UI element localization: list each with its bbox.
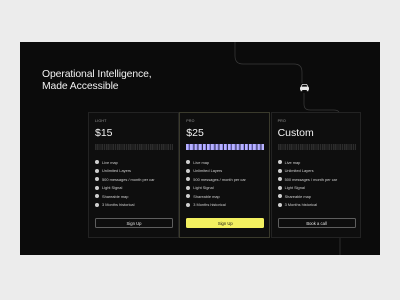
check-dot-icon: [95, 160, 99, 165]
list-item: 3 Months historical: [186, 201, 263, 210]
plan-price: $15: [95, 127, 113, 139]
usage-meter: [186, 144, 265, 150]
check-dot-icon: [95, 177, 99, 182]
check-dot-icon: [277, 177, 282, 182]
feature-text: Live map: [102, 159, 118, 165]
feature-text: Light Signal: [102, 185, 123, 191]
check-dot-icon: [186, 168, 191, 173]
check-dot-icon: [186, 185, 191, 190]
usage-meter: [95, 144, 173, 150]
check-dot-icon: [277, 185, 282, 190]
feature-text: Live map: [193, 159, 210, 165]
feature-text: Unlimited Layers: [284, 168, 314, 174]
pricing-cards: LIGHT $15 Live map Unlimited Layers 500 …: [88, 112, 362, 238]
feature-text: 3 Months historical: [102, 202, 135, 208]
list-item: 3 Months historical: [95, 201, 172, 210]
feature-text: Light Signal: [193, 185, 214, 191]
list-item: Unlimited Layers: [186, 167, 263, 176]
feature-text: Shareable map: [284, 193, 311, 199]
pricing-section: Operational Intelligence, Made Accessibl…: [20, 42, 380, 255]
plan-tier: PRO: [277, 119, 286, 123]
car-icon: [300, 84, 309, 92]
check-dot-icon: [186, 202, 191, 207]
headline-line-1: Operational Intelligence,: [42, 69, 152, 80]
feature-text: Unlimited Layers: [102, 168, 131, 174]
feature-list: Live map Unlimited Layers 500 messages /…: [186, 158, 263, 209]
check-dot-icon: [277, 202, 282, 207]
plan-tier: LIGHT: [95, 119, 107, 123]
feature-text: 500 messages / month per car: [284, 176, 338, 182]
feature-text: Live map: [284, 159, 301, 165]
feature-text: Shareable map: [102, 193, 129, 199]
list-item: 500 messages / month per car: [277, 175, 355, 184]
list-item: 500 messages / month per car: [95, 175, 172, 184]
check-dot-icon: [186, 160, 191, 165]
check-dot-icon: [277, 160, 282, 165]
feature-text: 3 Months historical: [193, 202, 226, 208]
check-dot-icon: [277, 194, 282, 199]
feature-list: Live map Unlimited Layers 500 messages /…: [95, 158, 172, 209]
usage-meter: [277, 144, 356, 150]
check-dot-icon: [95, 194, 99, 199]
list-item: Live map: [95, 158, 172, 167]
list-item: Shareable map: [186, 192, 263, 201]
list-item: Light Signal: [277, 184, 355, 193]
feature-text: Shareable map: [193, 193, 220, 199]
plan-card-light: LIGHT $15 Live map Unlimited Layers 500 …: [88, 112, 179, 238]
book-a-call-button[interactable]: Book a call: [277, 218, 356, 228]
list-item: Unlimited Layers: [277, 167, 355, 176]
plan-price: Custom: [277, 127, 314, 139]
feature-text: 3 Months historical: [284, 202, 317, 208]
list-item: Shareable map: [277, 192, 355, 201]
plan-card-pro: PRO $25 Live map Unlimited Layers 500 me…: [179, 112, 270, 238]
list-item: Live map: [186, 158, 263, 167]
check-dot-icon: [95, 168, 99, 173]
check-dot-icon: [277, 168, 282, 173]
plan-card-custom: PRO Custom Live map Unlimited Layers 500…: [270, 112, 362, 238]
feature-list: Live map Unlimited Layers 500 messages /…: [277, 158, 355, 210]
plan-tier: PRO: [186, 119, 195, 123]
page-title: Operational Intelligence, Made Accessibl…: [42, 69, 152, 93]
list-item: 500 messages / month per car: [186, 175, 263, 184]
feature-text: Unlimited Layers: [193, 168, 223, 174]
plan-price: $25: [186, 127, 204, 139]
list-item: 3 Months historical: [277, 201, 355, 210]
list-item: Shareable map: [95, 192, 172, 201]
feature-text: 500 messages / month per car: [193, 176, 246, 182]
check-dot-icon: [95, 202, 99, 207]
list-item: Live map: [277, 158, 355, 167]
check-dot-icon: [186, 194, 191, 199]
headline-line-2: Made Accessible: [42, 81, 119, 92]
feature-text: Light Signal: [284, 185, 305, 191]
sign-up-button[interactable]: Sign Up: [95, 218, 173, 228]
check-dot-icon: [186, 177, 191, 182]
list-item: Light Signal: [186, 184, 263, 193]
list-item: Unlimited Layers: [95, 167, 172, 176]
sign-up-button-pro[interactable]: Sign Up: [186, 218, 265, 228]
list-item: Light Signal: [95, 184, 172, 193]
check-dot-icon: [95, 185, 99, 190]
feature-text: 500 messages / month per car: [102, 176, 155, 182]
